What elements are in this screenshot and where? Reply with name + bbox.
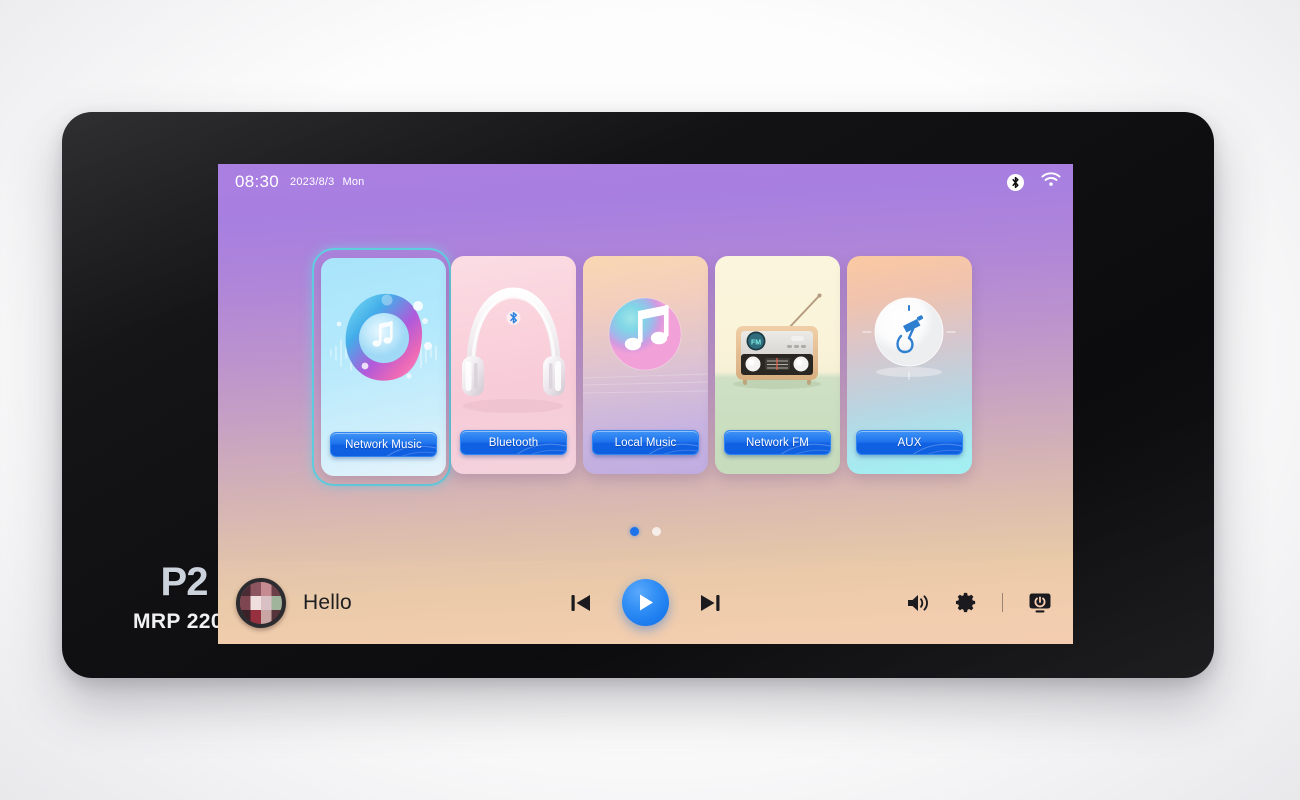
touchscreen[interactable]: 08:30 2023/8/3 Mon Network Music Bluetoo… [218, 164, 1073, 644]
network-fm-label: Network FM [746, 436, 809, 449]
controls-divider [1001, 593, 1003, 612]
play-icon [640, 594, 653, 611]
volume-glyph [907, 594, 928, 611]
bluetooth-icon[interactable] [1007, 173, 1024, 191]
aux-label: AUX [897, 436, 922, 449]
avatar-mosaic [240, 581, 282, 624]
network-fm-button[interactable]: Network FM [724, 430, 831, 455]
gear-icon[interactable] [955, 591, 978, 614]
bluetooth-button[interactable]: Bluetooth [460, 430, 567, 455]
source-card-aux[interactable]: AUX [847, 256, 972, 478]
play-button[interactable] [622, 579, 669, 626]
previous-track-glyph [571, 594, 590, 611]
source-card-row: Network Music Bluetooth Local Music FM N… [218, 248, 1073, 486]
bluetooth-label: Bluetooth [488, 436, 539, 449]
wifi-glyph [1041, 172, 1061, 186]
volume-icon[interactable] [906, 592, 931, 614]
status-weekday: Mon [342, 176, 365, 188]
system-controls [906, 591, 1054, 615]
page-dot-1[interactable] [630, 527, 639, 536]
local-music-button[interactable]: Local Music [592, 430, 699, 455]
source-card-local-music[interactable]: Local Music [583, 256, 708, 478]
track-title: Hello [303, 590, 352, 614]
head-unit-device: P2 MRP 2206 08:30 2023/8/3 Mon Network M… [62, 112, 1214, 678]
wifi-icon[interactable] [1041, 172, 1061, 192]
source-card-bluetooth[interactable]: Bluetooth [451, 256, 576, 478]
player-bar: Hello [218, 561, 1073, 644]
page-indicator [218, 527, 1073, 536]
next-track-icon[interactable] [698, 592, 722, 614]
status-date: 2023/8/3 [290, 176, 335, 188]
power-glyph [1029, 593, 1051, 612]
network-music-label: Network Music [345, 438, 422, 451]
local-music-label: Local Music [614, 436, 677, 449]
next-track-glyph [701, 594, 720, 611]
status-indicators [1007, 172, 1061, 192]
status-clock: 08:30 [235, 172, 280, 191]
page-dot-2[interactable] [652, 527, 661, 536]
avatar[interactable] [236, 577, 286, 628]
previous-track-icon[interactable] [569, 592, 593, 614]
bluetooth-glyph [1012, 176, 1019, 188]
source-card-network-music[interactable]: Network Music [312, 248, 451, 486]
network-music-button[interactable]: Network Music [330, 432, 437, 457]
settings-glyph [955, 592, 975, 613]
radio-band-label: FM [751, 339, 761, 346]
aux-button[interactable]: AUX [856, 430, 963, 455]
source-card-network-fm[interactable]: FM Network FM [715, 256, 840, 478]
status-bar: 08:30 2023/8/3 Mon [218, 164, 1073, 200]
screen-power-icon[interactable] [1027, 591, 1053, 615]
